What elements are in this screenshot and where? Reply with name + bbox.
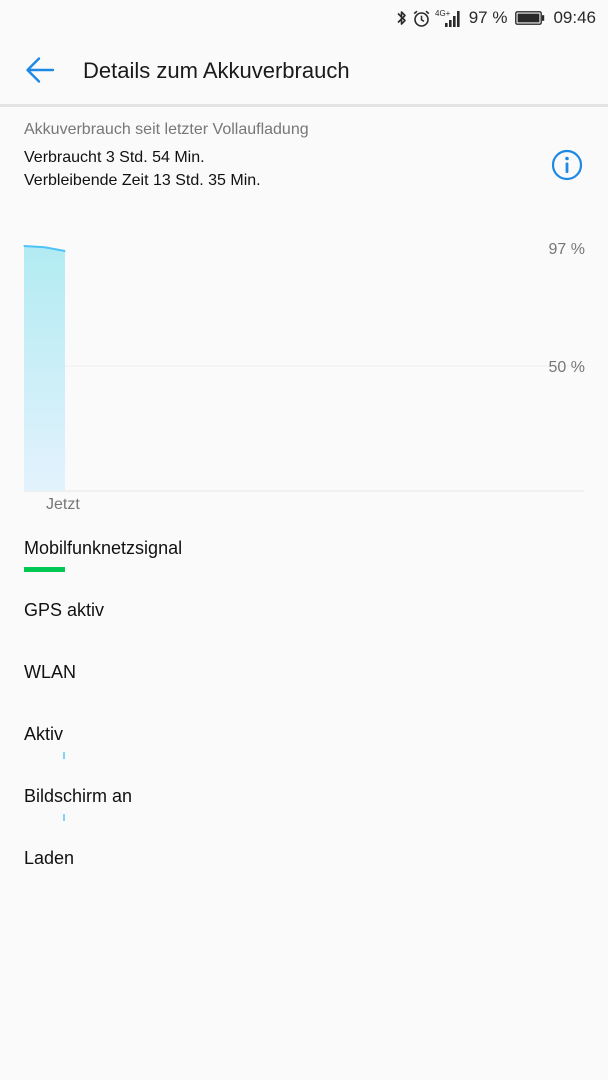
usage-bar-track — [24, 567, 584, 572]
usage-item-active[interactable]: Aktiv — [24, 724, 584, 774]
usage-label: GPS aktiv — [24, 600, 105, 620]
y-tick-label-mid: 50 % — [549, 359, 585, 376]
usage-label: Mobilfunknetzsignal — [24, 538, 183, 558]
page-title: Details zum Akkuverbrauch — [83, 58, 350, 83]
usage-item-charging[interactable]: Laden — [24, 848, 584, 898]
time-used: Verbraucht 3 Std. 54 Min. — [24, 149, 205, 166]
usage-label: Laden — [24, 848, 75, 868]
battery-chart: 97 % 50 % Jetzt — [23, 241, 585, 513]
battery-point — [43, 246, 46, 248]
y-tick-label-top: 97 % — [549, 241, 585, 258]
usage-bar — [63, 814, 65, 821]
status-bar: 4G+ 97 % 09:46 — [0, 0, 608, 36]
summary-caption: Akkuverbrauch seit letzter Vollaufladung — [24, 121, 309, 138]
battery-point — [23, 245, 25, 247]
clock: 09:46 — [553, 8, 596, 27]
back-button[interactable] — [14, 48, 66, 92]
battery-icon — [515, 11, 545, 25]
usage-item-gps[interactable]: GPS aktiv — [24, 600, 584, 650]
alarm-icon — [412, 9, 431, 28]
info-icon — [551, 149, 583, 181]
bluetooth-icon — [396, 9, 408, 27]
usage-label: Bildschirm an — [24, 786, 133, 806]
time-remaining: Verbleibende Zeit 13 Std. 35 Min. — [24, 172, 261, 189]
usage-label: Aktiv — [24, 724, 64, 744]
x-axis-label: Jetzt — [46, 496, 80, 513]
battery-point — [64, 250, 66, 252]
network-label: 4G+ — [435, 9, 451, 18]
usage-item-mobile-signal[interactable]: Mobilfunknetzsignal — [24, 538, 584, 588]
signal-icon: 4G+ — [435, 8, 463, 28]
usage-item-screen-on[interactable]: Bildschirm an — [24, 786, 584, 836]
usage-label: WLAN — [24, 662, 77, 682]
app-bar: Details zum Akkuverbrauch — [0, 36, 608, 107]
status-icons: 4G+ 97 % 09:46 — [396, 7, 596, 29]
usage-bar — [24, 567, 65, 572]
battery-percent: 97 % — [468, 8, 508, 27]
arrow-left-icon — [26, 57, 55, 83]
usage-item-wlan[interactable]: WLAN — [24, 662, 584, 712]
battery-area — [24, 246, 65, 491]
usage-bar — [63, 752, 65, 759]
info-button[interactable] — [550, 148, 584, 182]
